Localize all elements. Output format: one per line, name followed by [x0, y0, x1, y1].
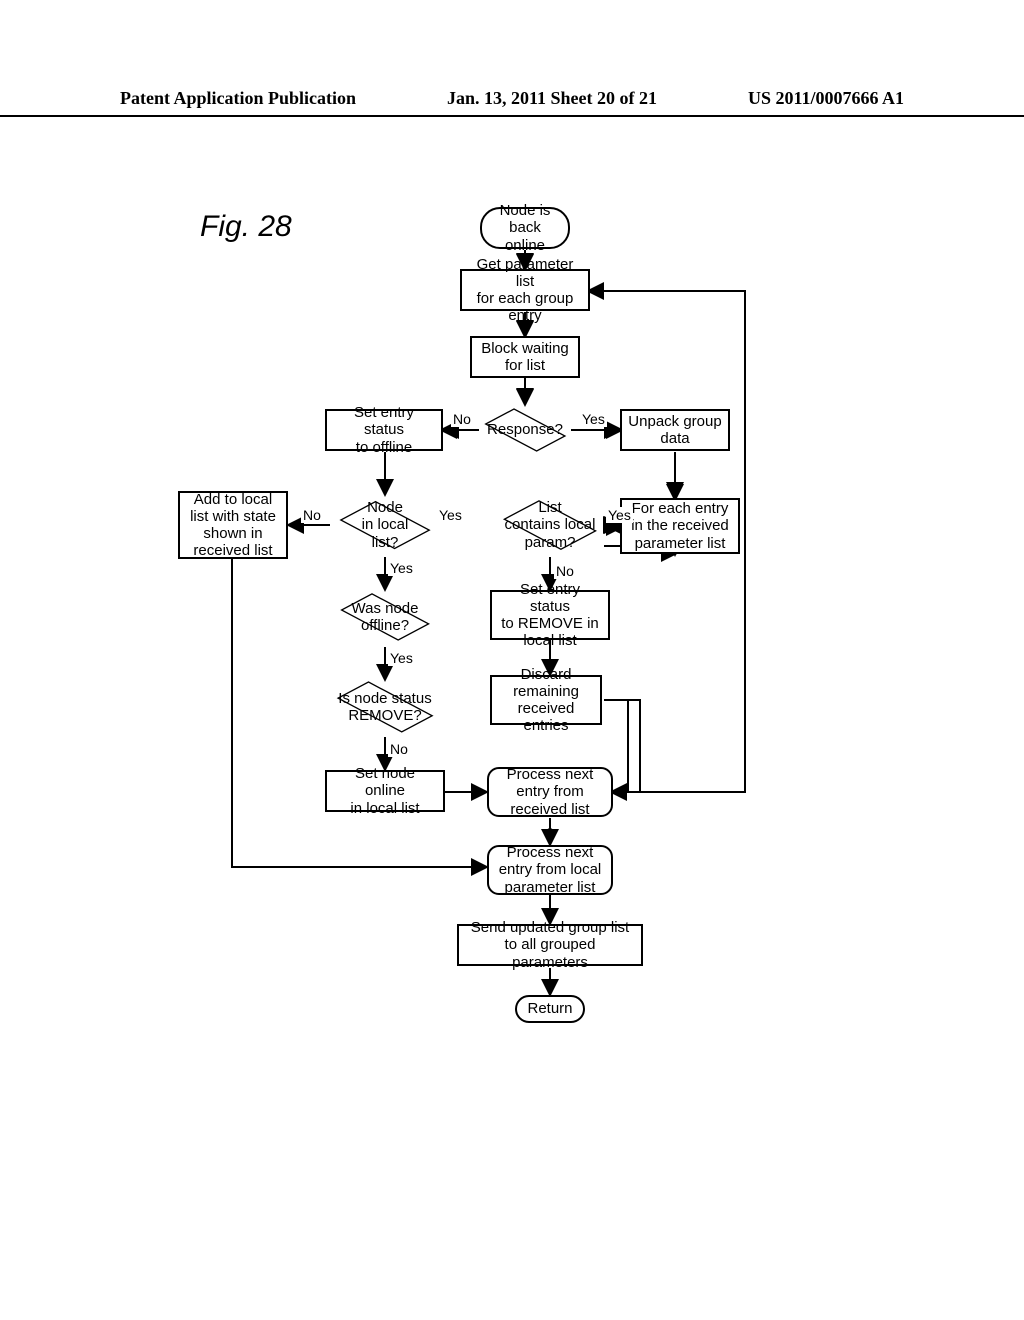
node-was-offline-label: Was nodeoffline? — [352, 600, 419, 635]
edge-list-contains-no: No — [554, 563, 576, 579]
node-start: Node isback online — [480, 207, 570, 249]
node-get-param: Get parameter listfor each group entry — [460, 269, 590, 311]
edge-node-in-list-yes: Yes — [437, 507, 464, 523]
edge-node-in-list-down-yes: Yes — [388, 560, 415, 576]
node-proc-next-loc: Process nextentry from localparameter li… — [487, 845, 613, 895]
node-discard: Discardremainingreceived entries — [490, 675, 602, 725]
edge-was-offline-yes: Yes — [388, 650, 415, 666]
node-for-each-label: For each entryin the receivedparameter l… — [631, 500, 729, 552]
node-response: Response? — [473, 400, 577, 460]
header-center: Jan. 13, 2011 Sheet 20 of 21 — [447, 88, 657, 109]
node-for-each: For each entryin the receivedparameter l… — [620, 498, 740, 554]
node-send-updated-label: Send updated group listto all grouped pa… — [465, 919, 635, 971]
node-is-remove: Is node statusREMOVE? — [320, 675, 450, 739]
node-discard-label: Discardremainingreceived entries — [498, 666, 594, 735]
header-left: Patent Application Publication — [120, 88, 356, 109]
node-list-contains: Listcontains localparam? — [492, 489, 608, 561]
edge-is-remove-no: No — [388, 741, 410, 757]
node-set-offline-label: Set entry statusto offline — [333, 404, 435, 456]
node-add-local: Add to locallist with stateshown inrecei… — [178, 491, 288, 559]
node-unpack-label: Unpack groupdata — [628, 413, 721, 448]
flowchart-canvas: Node isback online Get parameter listfor… — [170, 195, 860, 1105]
node-list-contains-label: Listcontains localparam? — [505, 499, 596, 551]
node-get-param-label: Get parameter listfor each group entry — [468, 256, 582, 325]
node-in-local-list: Nodein locallist? — [330, 489, 440, 561]
node-proc-next-recv: Process nextentry fromreceived list — [487, 767, 613, 817]
node-set-online-label: Set node onlinein local list — [333, 765, 437, 817]
node-set-remove-label: Set entry statusto REMOVE inlocal list — [498, 581, 602, 650]
edge-node-in-list-no: No — [301, 507, 323, 523]
node-start-label: Node isback online — [488, 202, 562, 254]
node-set-offline: Set entry statusto offline — [325, 409, 443, 451]
edge-list-contains-yes: Yes — [606, 507, 633, 523]
edge-response-yes: Yes — [580, 411, 607, 427]
node-in-local-list-label: Nodein locallist? — [362, 499, 409, 551]
node-set-remove: Set entry statusto REMOVE inlocal list — [490, 590, 610, 640]
node-is-remove-label: Is node statusREMOVE? — [338, 690, 431, 725]
edge-response-no: No — [451, 411, 473, 427]
node-unpack: Unpack groupdata — [620, 409, 730, 451]
node-block-wait-label: Block waitingfor list — [481, 340, 569, 375]
node-return-label: Return — [527, 1000, 572, 1017]
node-block-wait: Block waitingfor list — [470, 336, 580, 378]
page-header: Patent Application Publication Jan. 13, … — [0, 88, 1024, 117]
node-set-online: Set node onlinein local list — [325, 770, 445, 812]
node-return: Return — [515, 995, 585, 1023]
node-send-updated: Send updated group listto all grouped pa… — [457, 924, 643, 966]
node-response-label: Response? — [487, 421, 563, 438]
header-right: US 2011/0007666 A1 — [748, 88, 904, 109]
node-add-local-label: Add to locallist with stateshown inrecei… — [190, 491, 276, 560]
node-proc-next-loc-label: Process nextentry from localparameter li… — [499, 844, 602, 896]
node-proc-next-recv-label: Process nextentry fromreceived list — [507, 766, 594, 818]
node-was-offline: Was nodeoffline? — [327, 585, 443, 649]
